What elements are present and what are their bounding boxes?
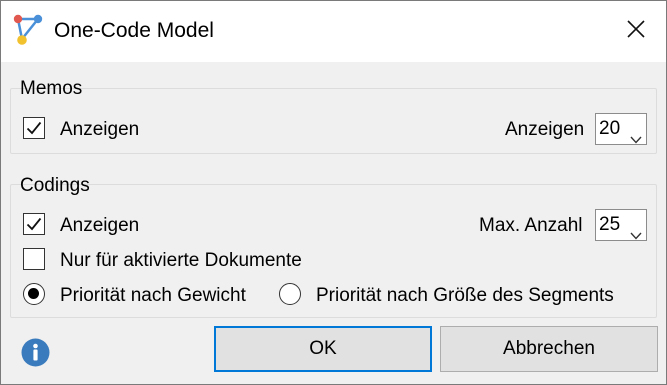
priority-weight-radio[interactable] [23, 283, 45, 305]
priority-weight-label: Priorität nach Gewicht [60, 285, 246, 306]
only-activated-label: Nur für aktivierte Dokumente [60, 250, 302, 271]
ok-button-label: OK [309, 338, 337, 359]
memos-group-label: Memos [20, 78, 83, 99]
title-bar: One-Code Model [1, 1, 666, 62]
memos-count-select[interactable]: 20 [595, 113, 647, 145]
window-title: One-Code Model [54, 19, 214, 42]
radio-selected-dot [28, 288, 39, 299]
close-icon [627, 20, 645, 43]
cancel-button-label: Abbrechen [503, 338, 595, 359]
chevron-down-icon [630, 220, 642, 250]
info-icon[interactable] [21, 338, 50, 367]
codings-show-label: Anzeigen [60, 215, 140, 236]
codings-group-label: Codings [20, 175, 90, 196]
codings-max-label: Max. Anzahl [479, 215, 583, 236]
memos-count-label: Anzeigen [505, 119, 585, 140]
memos-show-label: Anzeigen [60, 119, 140, 140]
codings-max-select[interactable]: 25 [595, 209, 647, 241]
ok-button[interactable]: OK [214, 326, 432, 372]
close-button[interactable] [606, 1, 666, 62]
dialog-window: One-Code Model Memos Anzeigen Anzeigen 2… [0, 0, 667, 385]
priority-size-radio[interactable] [279, 283, 301, 305]
chevron-down-icon [630, 124, 642, 154]
codings-max-value: 25 [599, 214, 621, 235]
memos-count-value: 20 [599, 118, 621, 139]
priority-size-label: Priorität nach Größe des Segments [316, 285, 614, 306]
cancel-button[interactable]: Abbrechen [440, 326, 658, 372]
only-activated-checkbox[interactable] [23, 248, 45, 270]
app-node-graph-icon [13, 14, 43, 46]
codings-show-checkbox[interactable] [23, 213, 45, 235]
memos-show-checkbox[interactable] [23, 117, 45, 139]
